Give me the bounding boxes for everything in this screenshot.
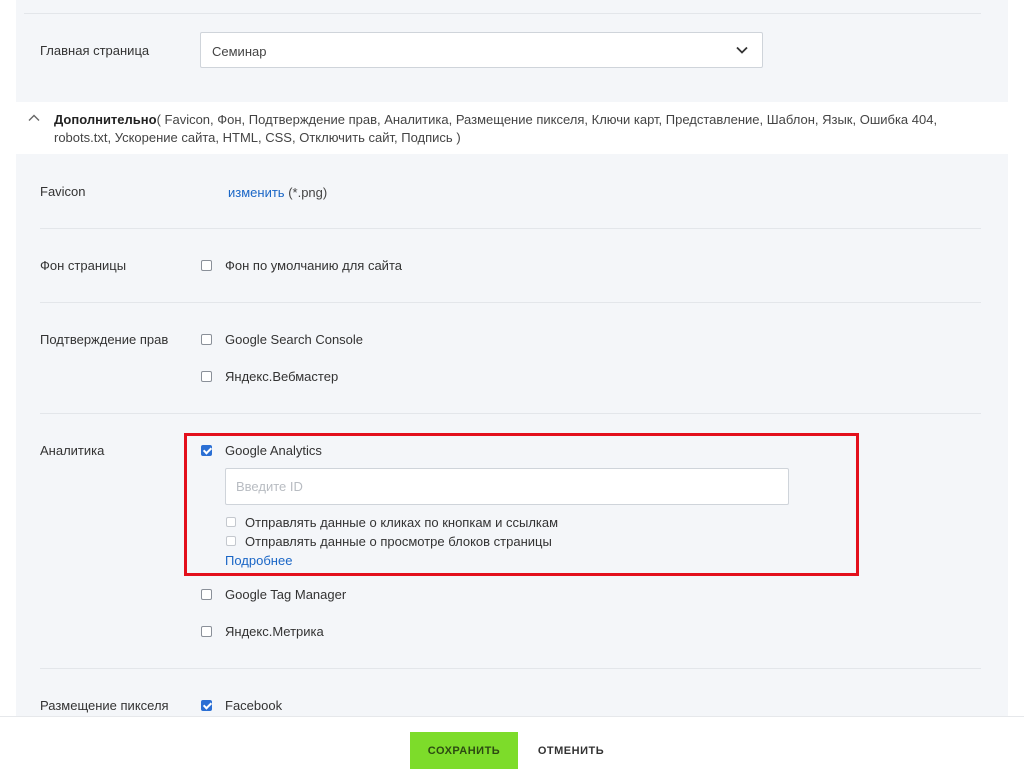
pixel-label: Размещение пикселя (40, 698, 169, 713)
background-default-checkbox[interactable] (201, 260, 212, 271)
background-default-option: Фон по умолчанию для сайта (225, 258, 402, 273)
save-button[interactable]: СОХРАНИТЬ (410, 732, 518, 769)
divider (40, 302, 981, 303)
google-analytics-id-input[interactable] (225, 468, 789, 505)
google-analytics-option: Google Analytics (225, 443, 322, 458)
favicon-control: изменить (*.png) (228, 185, 327, 200)
background-label: Фон страницы (40, 258, 127, 273)
home-page-label: Главная страница (40, 43, 150, 58)
chevron-down-icon (736, 46, 748, 54)
ga-more-link[interactable]: Подробнее (225, 553, 292, 568)
ga-clicks-option: Отправлять данные о кликах по кнопкам и … (245, 515, 559, 530)
divider (40, 228, 981, 229)
divider (40, 413, 981, 414)
ga-blocks-checkbox[interactable] (226, 536, 236, 546)
google-tag-manager-checkbox[interactable] (201, 589, 212, 600)
yandex-metrika-option: Яндекс.Метрика (225, 624, 324, 639)
yandex-webmaster-option: Яндекс.Вебмастер (225, 369, 339, 384)
ga-clicks-checkbox[interactable] (226, 517, 236, 527)
home-page-select[interactable]: Семинар (200, 32, 763, 68)
favicon-hint: (*.png) (288, 185, 328, 200)
yandex-metrika-checkbox[interactable] (201, 626, 212, 637)
favicon-change-link[interactable]: изменить (228, 185, 285, 200)
facebook-pixel-option: Facebook (225, 698, 283, 713)
divider (24, 13, 981, 14)
additional-section-title: Дополнительно( Favicon, Фон, Подтвержден… (54, 111, 984, 147)
home-page-select-value: Семинар (212, 44, 267, 59)
google-search-console-option: Google Search Console (225, 332, 364, 347)
cancel-button[interactable]: ОТМЕНИТЬ (532, 732, 610, 769)
divider (40, 668, 981, 669)
google-analytics-checkbox[interactable] (201, 445, 212, 456)
google-tag-manager-option: Google Tag Manager (225, 587, 347, 602)
settings-page: Главная страница Семинар Дополнительно( … (0, 0, 1024, 783)
analytics-label: Аналитика (40, 443, 105, 458)
footer-divider (0, 716, 1024, 717)
ga-blocks-option: Отправлять данные о просмотре блоков стр… (245, 534, 552, 549)
facebook-pixel-checkbox[interactable] (201, 700, 212, 711)
yandex-webmaster-checkbox[interactable] (201, 371, 212, 382)
additional-title: Дополнительно (54, 112, 157, 127)
favicon-label: Favicon (40, 184, 86, 199)
additional-list: ( Favicon, Фон, Подтверждение прав, Анал… (54, 112, 938, 145)
chevron-up-icon[interactable] (28, 114, 40, 122)
google-search-console-checkbox[interactable] (201, 334, 212, 345)
verification-label: Подтверждение прав (40, 332, 169, 347)
